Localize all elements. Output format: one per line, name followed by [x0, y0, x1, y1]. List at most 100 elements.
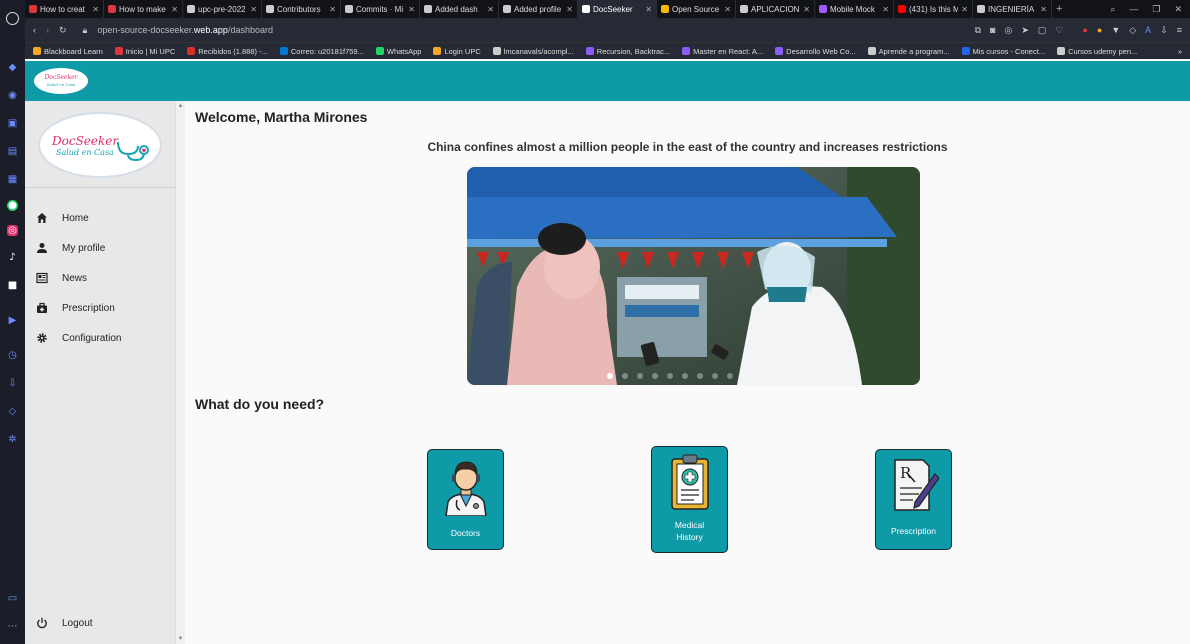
sidebar-item-prescription[interactable]: Prescription	[25, 293, 176, 323]
carousel-dot[interactable]	[757, 373, 763, 379]
bookmark-item[interactable]: Blackboard Learn	[33, 47, 103, 56]
close-icon[interactable]: ✕	[92, 5, 99, 14]
send-icon[interactable]: ➤	[1021, 25, 1029, 36]
bag-icon[interactable]: ▣	[6, 116, 20, 130]
carousel-dot[interactable]	[727, 373, 733, 379]
restore-icon[interactable]: ❐	[1152, 4, 1160, 15]
url-field[interactable]: open-source-docseeker.web.app/dashboard	[97, 25, 273, 35]
reload-icon[interactable]: ↻	[59, 25, 67, 36]
bookmark-item[interactable]: Recursion, Backtrac...	[585, 47, 670, 56]
extension-v-icon[interactable]: ▼	[1111, 25, 1120, 36]
cube-icon[interactable]: ◇	[6, 404, 20, 418]
carousel-dot[interactable]	[667, 373, 673, 379]
opera-logo-icon[interactable]	[6, 12, 19, 25]
carousel-dot[interactable]	[712, 373, 718, 379]
downloads-icon[interactable]: ⇩	[1160, 25, 1168, 36]
instagram-icon[interactable]: ◎	[7, 225, 18, 236]
carousel-dot[interactable]	[652, 373, 658, 379]
game-icon[interactable]: ◆	[6, 60, 20, 74]
extension-icon[interactable]: ●	[1097, 25, 1102, 36]
close-icon[interactable]: ✕	[171, 5, 178, 14]
close-icon[interactable]: ✕	[408, 5, 415, 14]
search-tabs-icon[interactable]: ⌕	[1110, 4, 1115, 15]
forward-icon[interactable]: ›	[46, 25, 49, 35]
bookmark-item[interactable]: Cursos udemy pen...	[1057, 47, 1137, 56]
twitch-icon[interactable]: ▤	[6, 144, 20, 158]
medical-history-card[interactable]: Medical History	[651, 446, 728, 553]
close-icon[interactable]: ✕	[882, 5, 889, 14]
browser-tab[interactable]: (431) Is this M ✕	[894, 0, 973, 18]
carousel-dot[interactable]	[637, 373, 643, 379]
close-window-icon[interactable]: ✕	[1174, 4, 1182, 15]
menu-icon[interactable]: ≡	[1177, 25, 1182, 36]
snapshot-icon[interactable]: ▭	[6, 591, 20, 605]
sidebar-item-news[interactable]: News	[25, 263, 176, 293]
close-icon[interactable]: ✕	[645, 5, 652, 14]
new-tab-icon[interactable]: +	[1056, 3, 1062, 15]
close-icon[interactable]: ✕	[724, 5, 731, 14]
camera-icon[interactable]: ◙	[990, 25, 995, 36]
extensions-icon[interactable]: ⧉	[975, 25, 981, 36]
bookmark-item[interactable]: lmcanavals/acompl...	[492, 47, 574, 56]
account-icon[interactable]: A	[1145, 25, 1151, 36]
whatsapp-icon[interactable]: ●	[7, 200, 18, 211]
sidebar-item-my-profile[interactable]: My profile	[25, 233, 176, 263]
carousel-dot[interactable]	[772, 373, 778, 379]
sidebar-item-configuration[interactable]: Configuration	[25, 323, 176, 353]
carousel-dot[interactable]	[682, 373, 688, 379]
bookmark-item[interactable]: Master en React: A...	[682, 47, 763, 56]
history-icon[interactable]: ◷	[6, 348, 20, 362]
sidebar-scrollbar[interactable]: ▲ ▼	[176, 101, 185, 644]
back-icon[interactable]: ‹	[33, 25, 36, 35]
browser-tab-active[interactable]: DocSeeker ✕	[578, 0, 657, 18]
browser-tab[interactable]: Contributors ✕	[262, 0, 341, 18]
carousel-dot[interactable]	[607, 373, 613, 379]
bookmark-item[interactable]: Aprende a program...	[867, 47, 950, 56]
close-icon[interactable]: ✕	[803, 5, 810, 14]
discord-icon[interactable]: ■	[6, 278, 20, 292]
bookmark-item[interactable]: Recibidos (1.888) -...	[187, 47, 268, 56]
bookmark-item[interactable]: Login UPC	[433, 47, 481, 56]
browser-tab[interactable]: Commits · Mi ✕	[341, 0, 420, 18]
close-icon[interactable]: ✕	[250, 5, 257, 14]
bookmark-item[interactable]: Correo: u20181f759...	[279, 47, 364, 56]
browser-tab[interactable]: APLICACION ✕	[736, 0, 815, 18]
logout-button[interactable]: Logout	[25, 608, 176, 638]
close-icon[interactable]: ✕	[487, 5, 494, 14]
bookmark-icon[interactable]: ▢	[1038, 25, 1047, 36]
player-icon[interactable]: ▶	[6, 313, 20, 327]
browser-tab[interactable]: Added profile ✕	[499, 0, 578, 18]
browser-tab[interactable]: Open Source ✕	[657, 0, 736, 18]
prescription-card[interactable]: R Prescription	[875, 449, 952, 550]
adblock-icon[interactable]: ●	[1082, 25, 1087, 36]
box-icon[interactable]: ▦	[6, 172, 20, 186]
news-headline[interactable]: China confines almost a million people i…	[185, 140, 1190, 154]
bookmark-item[interactable]: Desarrollo Web Co...	[775, 47, 856, 56]
browser-tab[interactable]: Mobile Mock ✕	[815, 0, 894, 18]
carousel-dot[interactable]	[742, 373, 748, 379]
speed-dial-icon[interactable]: ◉	[6, 88, 20, 102]
carousel-dot[interactable]	[697, 373, 703, 379]
bookmark-item[interactable]: WhatsApp	[375, 47, 421, 56]
browser-tab[interactable]: upc-pre-2022 ✕	[183, 0, 262, 18]
more-bookmarks-icon[interactable]: »	[1178, 47, 1182, 56]
close-icon[interactable]: ✕	[1040, 5, 1047, 14]
close-icon[interactable]: ✕	[329, 5, 336, 14]
scroll-down-arrow[interactable]: ▼	[176, 636, 185, 642]
tiktok-icon[interactable]: ♪	[6, 250, 20, 264]
bookmark-item[interactable]: Inicio | Mi UPC	[114, 47, 175, 56]
browser-tab[interactable]: How to make ✕	[104, 0, 183, 18]
browser-tab[interactable]: Added dash ✕	[420, 0, 499, 18]
more-icon[interactable]: ⋯	[6, 619, 20, 633]
extension-cube-icon[interactable]: ◇	[1129, 25, 1136, 36]
bookmark-item[interactable]: Mis cursos - Conect...	[961, 47, 1045, 56]
browser-tab[interactable]: How to creat ✕	[25, 0, 104, 18]
doctors-card[interactable]: Doctors	[427, 449, 504, 550]
carousel-dot[interactable]	[622, 373, 628, 379]
minimize-icon[interactable]: —	[1129, 4, 1138, 15]
sidebar-item-home[interactable]: Home	[25, 203, 176, 233]
heart-icon[interactable]: ♡	[1055, 25, 1063, 36]
news-carousel[interactable]	[467, 167, 920, 385]
settings-icon[interactable]: ✲	[6, 432, 20, 446]
browser-tab[interactable]: INGENIERÍA ✕	[973, 0, 1052, 18]
